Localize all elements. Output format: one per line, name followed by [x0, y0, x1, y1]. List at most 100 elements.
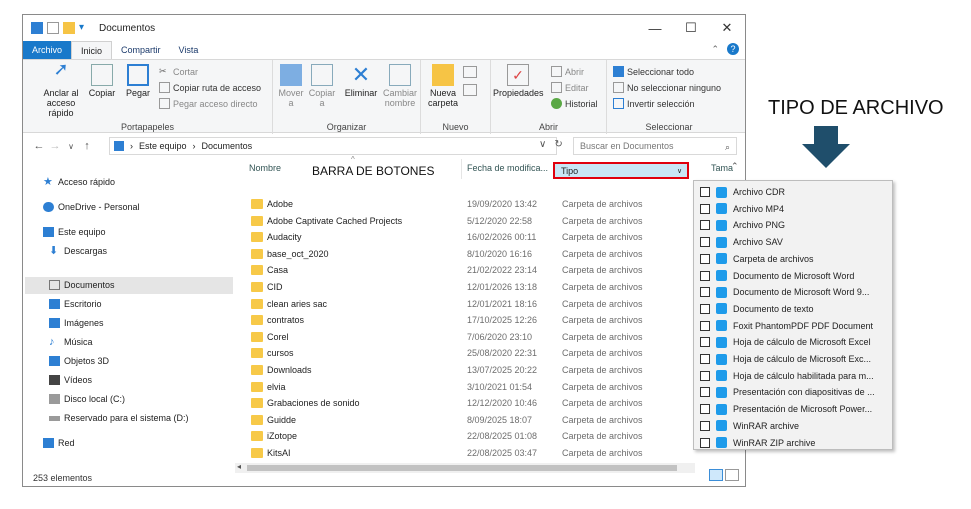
mover-button[interactable]: Mover a	[275, 64, 307, 108]
new-item-icon[interactable]	[463, 66, 477, 78]
new-folder-quick-icon[interactable]	[63, 22, 75, 34]
filter-checkbox[interactable]	[700, 387, 710, 398]
tab-compartir[interactable]: Compartir	[112, 41, 170, 59]
recent-chevron-icon[interactable]: ∨	[63, 142, 79, 151]
type-filter-option[interactable]: Carpeta de archivos	[700, 251, 814, 267]
type-filter-option[interactable]: WinRAR ZIP archive	[700, 435, 815, 451]
file-row[interactable]: CID 12/01/2026 13:18 Carpeta de archivos	[249, 280, 729, 296]
file-row[interactable]: Casa 21/02/2022 23:14 Carpeta de archivos	[249, 263, 729, 279]
file-row[interactable]: elvia 3/10/2021 01:54 Carpeta de archivos	[249, 380, 729, 396]
refresh-icon[interactable]: ↻	[554, 139, 562, 150]
type-filter-option[interactable]: Hoja de cálculo de Microsoft Excel	[700, 334, 871, 350]
file-row[interactable]: contratos 17/10/2025 12:26 Carpeta de arch…	[249, 313, 729, 329]
properties-quick-icon[interactable]	[47, 22, 59, 34]
eliminar-button[interactable]: ✕ Eliminar	[343, 64, 379, 99]
tab-archivo[interactable]: Archivo	[23, 41, 72, 59]
nav-item-documentos[interactable]: Documentos	[49, 280, 115, 290]
copiar-button[interactable]: Copiar	[87, 64, 117, 98]
copiar-a-button[interactable]: Copiar a	[307, 64, 337, 108]
copiar-ruta-button[interactable]: Copiar ruta de acceso	[159, 82, 261, 93]
maximize-button[interactable]: ☐	[673, 15, 709, 41]
filter-checkbox[interactable]	[700, 420, 710, 431]
filter-checkbox[interactable]	[700, 437, 710, 448]
help-icon[interactable]: ?	[727, 43, 739, 55]
up-arrow-icon[interactable]: ↑	[79, 140, 95, 152]
filter-checkbox[interactable]	[700, 370, 710, 381]
type-filter-option[interactable]: Archivo SAV	[700, 234, 783, 250]
forward-arrow-icon[interactable]: →	[47, 140, 63, 152]
cambiar-nombre-button[interactable]: Cambiar nombre	[381, 64, 419, 108]
nav-item-disco-c[interactable]: Disco local (C:)	[49, 394, 125, 404]
type-filter-option[interactable]: Presentación con diapositivas de ...	[700, 384, 875, 400]
editar-button[interactable]: Editar	[551, 82, 589, 93]
seleccionar-ninguno-button[interactable]: No seleccionar ninguno	[613, 82, 721, 93]
type-filter-option[interactable]: Archivo MP4	[700, 201, 784, 217]
type-filter-option[interactable]: Presentación de Microsoft Power...	[700, 401, 872, 417]
column-tipo[interactable]: Tipo ∨	[553, 162, 689, 179]
back-arrow-icon[interactable]: ←	[31, 140, 47, 152]
file-row[interactable]: Guidde 8/09/2025 18:07 Carpeta de archivos	[249, 413, 729, 429]
details-view-icon[interactable]	[709, 469, 723, 481]
pegar-acceso-button[interactable]: Pegar acceso directo	[159, 98, 258, 109]
breadcrumb-este-equipo[interactable]: Este equipo	[139, 141, 187, 151]
filter-checkbox[interactable]	[700, 337, 710, 348]
type-filter-option[interactable]: Hoja de cálculo habilitada para m...	[700, 368, 874, 384]
nav-item-objetos-3d[interactable]: Objetos 3D	[49, 356, 109, 366]
customize-toolbar-icon[interactable]: ▾	[79, 22, 91, 34]
file-row[interactable]: Grabaciones de sonido 12/12/2020 10:46 Car…	[249, 396, 729, 412]
scroll-left-icon[interactable]: ◂	[237, 462, 241, 471]
historial-button[interactable]: Historial	[551, 98, 598, 109]
type-filter-option[interactable]: WinRAR archive	[700, 418, 799, 434]
filter-checkbox[interactable]	[700, 287, 710, 298]
type-filter-option[interactable]: Documento de texto	[700, 301, 814, 317]
filter-checkbox[interactable]	[700, 354, 710, 364]
nav-item-acceso-rapido[interactable]: ★ Acceso rápido	[43, 177, 115, 188]
type-filter-option[interactable]: Archivo CDR	[700, 184, 785, 200]
breadcrumb-documentos[interactable]: Documentos	[202, 141, 253, 151]
propiedades-button[interactable]: ✓ Propiedades	[493, 64, 544, 98]
file-row[interactable]: Adobe 19/09/2020 13:42 Carpeta de archivos	[249, 197, 729, 213]
scroll-up-icon[interactable]: ⌃	[731, 161, 739, 172]
filter-checkbox[interactable]	[700, 220, 710, 231]
abrir-button[interactable]: Abrir	[551, 66, 584, 77]
filter-checkbox[interactable]	[700, 404, 710, 415]
tab-vista[interactable]: Vista	[170, 41, 208, 59]
horizontal-scrollbar[interactable]: ◂	[235, 462, 695, 473]
collapse-ribbon-icon[interactable]: ⌃	[711, 44, 719, 55]
pegar-button[interactable]: Pegar	[123, 64, 153, 98]
large-icons-view-icon[interactable]	[725, 469, 739, 481]
search-input[interactable]: Buscar en Documentos ⌕	[573, 137, 737, 155]
nav-item-disco-d[interactable]: Reservado para el sistema (D:)	[49, 413, 189, 423]
type-filter-option[interactable]: Hoja de cálculo de Microsoft Exc...	[700, 351, 871, 367]
filter-checkbox[interactable]	[700, 320, 710, 331]
type-filter-option[interactable]: Archivo PNG	[700, 217, 785, 233]
nav-item-descargas[interactable]: ⬇ Descargas	[49, 246, 107, 257]
invertir-seleccion-button[interactable]: Invertir selección	[613, 98, 695, 109]
minimize-button[interactable]: —	[637, 15, 673, 41]
tab-inicio[interactable]: Inicio	[71, 41, 113, 59]
cortar-button[interactable]: ✂ Cortar	[159, 66, 198, 77]
scrollbar-thumb[interactable]	[247, 465, 677, 471]
easy-access-icon[interactable]	[463, 84, 477, 96]
address-dropdown-icon[interactable]: ∨	[539, 139, 546, 150]
anclar-button[interactable]: ➚ Anclar al acceso rápido	[41, 60, 81, 118]
nav-item-este-equipo[interactable]: Este equipo	[43, 227, 106, 237]
tipo-filter-chevron-icon[interactable]: ∨	[677, 167, 682, 175]
filter-checkbox[interactable]	[700, 253, 710, 264]
nav-item-onedrive[interactable]: OneDrive - Personal	[43, 202, 140, 212]
column-fecha[interactable]: Fecha de modifica...	[467, 163, 548, 173]
file-row[interactable]: iZotope 22/08/2025 01:08 Carpeta de archiv…	[249, 429, 729, 445]
column-tamano[interactable]: Tama	[711, 163, 733, 173]
nav-item-escritorio[interactable]: Escritorio	[49, 299, 102, 309]
type-filter-option[interactable]: Documento de Microsoft Word 9...	[700, 284, 869, 300]
file-row[interactable]: cursos 25/08/2020 22:31 Carpeta de archivo…	[249, 346, 729, 362]
address-field[interactable]: › Este equipo › Documentos	[109, 137, 557, 155]
type-filter-option[interactable]: Documento de Microsoft Word	[700, 268, 854, 284]
filter-checkbox[interactable]	[700, 237, 710, 248]
filter-checkbox[interactable]	[700, 187, 710, 197]
column-nombre[interactable]: Nombre	[249, 163, 281, 173]
file-row[interactable]: KitsAI 22/08/2025 03:47 Carpeta de archivo…	[249, 446, 729, 462]
close-button[interactable]: ✕	[709, 15, 745, 41]
file-row[interactable]: Corel 7/06/2020 23:10 Carpeta de archivos	[249, 330, 729, 346]
file-row[interactable]: Audacity 16/02/2026 00:11 Carpeta de archi…	[249, 230, 729, 246]
